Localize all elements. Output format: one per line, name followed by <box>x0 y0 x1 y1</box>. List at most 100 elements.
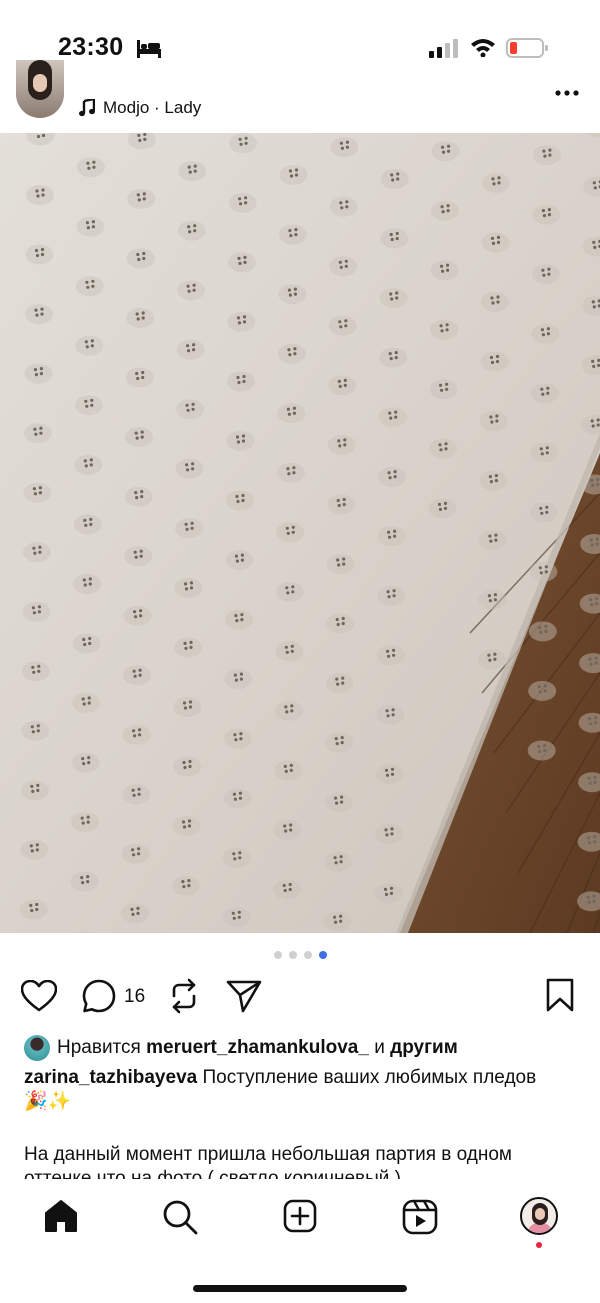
author-avatar[interactable] <box>16 60 64 118</box>
quilt-tuft <box>323 911 352 932</box>
quilt-tuft <box>430 319 459 340</box>
quilt-tuft <box>229 133 258 154</box>
quilt-tuft <box>429 379 458 400</box>
quilt-tuft <box>528 680 557 701</box>
quilt-tuft <box>429 438 457 459</box>
quilt-tuft <box>171 875 200 896</box>
caption-body[interactable]: На данный момент пришла небольшая партия… <box>24 1143 584 1179</box>
quilt-tuft <box>430 260 459 281</box>
quilt-tuft <box>127 188 156 209</box>
quilt-tuft <box>478 530 507 551</box>
audio-label: Modjo · Lady <box>103 98 202 117</box>
profile-avatar[interactable] <box>520 1197 558 1235</box>
status-time: 23:30 <box>58 33 124 61</box>
quilt-tuft <box>379 288 408 308</box>
quilt-tuft <box>75 276 104 297</box>
quilt-tuft <box>226 490 254 511</box>
quilt-tuft <box>328 315 357 336</box>
quilt-tuft <box>378 466 407 487</box>
quilt-tuft <box>222 847 251 868</box>
quilt-tuft <box>176 339 205 360</box>
quilt-tuft <box>178 161 207 182</box>
quilt-tuft <box>374 883 403 904</box>
home-icon[interactable] <box>43 1199 79 1233</box>
quilt-tuft <box>479 470 508 491</box>
quilt-tuft <box>529 502 558 523</box>
quilt-tuft <box>227 371 255 392</box>
quilt-tuft <box>324 792 353 813</box>
quilt-tuft <box>125 427 154 448</box>
audio-track[interactable]: Modjo · Lady <box>79 98 201 118</box>
quilt-tuft <box>375 823 403 844</box>
quilt-tuft <box>378 407 407 428</box>
quilt-tuft <box>19 899 48 920</box>
quilt-tuft <box>329 256 358 277</box>
quilt-tuft <box>121 843 150 864</box>
home-indicator[interactable] <box>193 1285 407 1292</box>
heart-icon[interactable] <box>21 980 57 1012</box>
quilt-tuft <box>223 728 252 749</box>
quilt-tuft <box>431 141 460 162</box>
quilt-tuft <box>273 879 302 900</box>
quilt-tuft <box>377 526 406 547</box>
quilt-tuft <box>278 284 307 305</box>
quilt-tuft <box>379 347 408 368</box>
comment-count[interactable]: 16 <box>124 986 145 1008</box>
quilt-tuft <box>375 764 404 785</box>
quilt-tuft <box>222 907 251 928</box>
quilt-tuft <box>328 375 357 396</box>
quilt-tuft <box>125 367 154 388</box>
quilt-tuft <box>22 542 51 563</box>
quilt-tuft <box>175 458 204 479</box>
quilt-tuft <box>20 839 49 860</box>
carousel-dot <box>319 951 327 959</box>
quilt-tuft <box>276 522 305 543</box>
quilt-tuft <box>326 613 355 634</box>
music-note-icon <box>79 99 95 117</box>
likes-others[interactable]: другим <box>390 1037 458 1059</box>
quilt-tuft <box>274 700 303 721</box>
battery-low-icon <box>506 38 548 58</box>
quilt-tuft <box>277 343 306 364</box>
quilt-tuft <box>21 720 50 741</box>
comment-icon[interactable] <box>82 979 116 1013</box>
likes-summary[interactable]: Нравится meruert_zhamankulova_ и другим <box>24 1035 458 1061</box>
quilt-tuft <box>174 637 202 658</box>
quilt-tuft <box>71 752 100 773</box>
quilt-tuft <box>228 252 256 273</box>
post-photo[interactable] <box>0 133 600 933</box>
quilt-tuft <box>25 244 54 265</box>
quilt-tuft <box>22 601 51 622</box>
quilt-tuft <box>482 172 510 193</box>
quilt-tuft <box>228 192 257 213</box>
quilt-tuft <box>531 264 560 285</box>
quilted-blanket-image <box>0 133 600 933</box>
search-icon[interactable] <box>162 1199 198 1235</box>
quilt-tuft <box>380 169 409 189</box>
quilt-tuft <box>376 704 405 725</box>
quilt-tuft <box>71 812 100 833</box>
bookmark-icon[interactable] <box>546 978 574 1012</box>
quilt-tuft <box>376 645 405 666</box>
quilt-tuft <box>325 673 354 694</box>
quilt-tuft <box>377 585 406 606</box>
quilt-tuft <box>330 137 359 158</box>
liker-username[interactable]: meruert_zhamankulova_ <box>146 1037 369 1059</box>
caption-username[interactable]: zarina_tazhibayeva <box>24 1067 197 1088</box>
quilt-tuft <box>23 482 52 503</box>
repost-icon[interactable] <box>168 978 200 1014</box>
more-icon[interactable] <box>554 88 580 98</box>
share-icon[interactable] <box>226 979 262 1013</box>
quilt-tuft <box>26 185 54 205</box>
signal-icon <box>429 39 458 58</box>
quilt-tuft <box>76 216 105 237</box>
liker-avatar <box>24 1035 50 1061</box>
quilt-tuft <box>324 851 353 872</box>
quilt-tuft <box>480 351 509 372</box>
quilt-tuft <box>327 434 356 455</box>
create-icon[interactable] <box>283 1199 317 1233</box>
reels-icon[interactable] <box>402 1199 438 1235</box>
quilt-tuft <box>275 581 304 602</box>
quilt-tuft <box>126 308 155 328</box>
quilt-tuft <box>326 554 355 574</box>
